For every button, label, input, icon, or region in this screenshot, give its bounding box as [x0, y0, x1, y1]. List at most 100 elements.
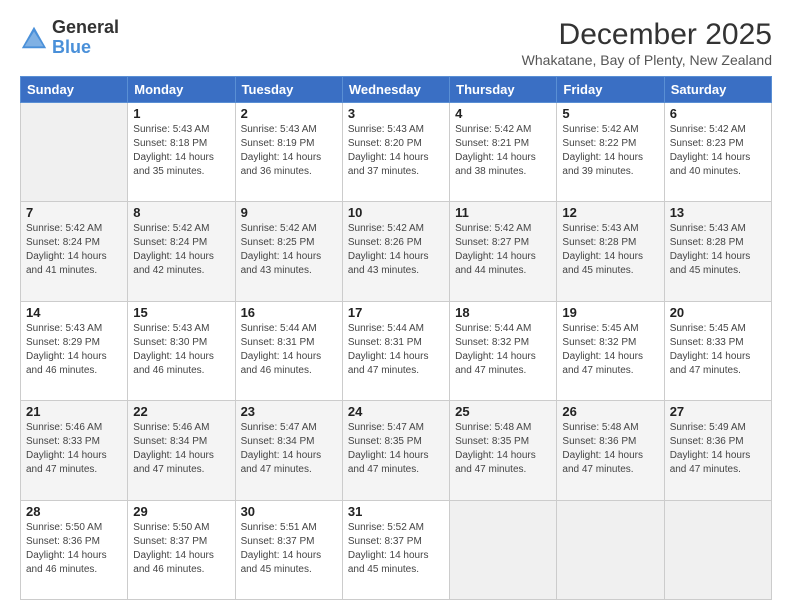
day-number: 5	[562, 106, 658, 121]
day-info: Sunrise: 5:52 AMSunset: 8:37 PMDaylight:…	[348, 521, 444, 577]
day-number: 3	[348, 106, 444, 121]
week-row-3: 21Sunrise: 5:46 AMSunset: 8:33 PMDayligh…	[21, 401, 772, 500]
logo-icon	[20, 24, 48, 52]
week-row-4: 28 Sunrise: 5:50 AMSunset: 8:36 PMDayligh…	[21, 500, 772, 599]
calendar-cell: 27 Sunrise: 5:49 AMSunset: 8:36 PMDayligh…	[664, 401, 771, 500]
column-header-friday: Friday	[557, 77, 664, 103]
week-row-0: 1Sunrise: 5:43 AMSunset: 8:18 PMDaylight…	[21, 103, 772, 202]
day-info: Sunrise: 5:42 AMSunset: 8:27 PMDaylight:…	[455, 222, 551, 278]
calendar-cell: 31 Sunrise: 5:52 AMSunset: 8:37 PMDayligh…	[342, 500, 449, 599]
day-info: Sunrise: 5:46 AMSunset: 8:33 PMDaylight:…	[26, 421, 122, 477]
week-row-2: 14 Sunrise: 5:43 AMSunset: 8:29 PMDayligh…	[21, 301, 772, 400]
day-info: Sunrise: 5:47 AMSunset: 8:34 PMDaylight:…	[241, 421, 337, 477]
calendar-cell: 3 Sunrise: 5:43 AMSunset: 8:20 PMDaylight…	[342, 103, 449, 202]
week-row-1: 7 Sunrise: 5:42 AMSunset: 8:24 PMDaylight…	[21, 202, 772, 301]
calendar-cell: 29Sunrise: 5:50 AMSunset: 8:37 PMDayligh…	[128, 500, 235, 599]
calendar-cell: 23Sunrise: 5:47 AMSunset: 8:34 PMDayligh…	[235, 401, 342, 500]
calendar-cell: 5 Sunrise: 5:42 AMSunset: 8:22 PMDaylight…	[557, 103, 664, 202]
day-info: Sunrise: 5:47 AMSunset: 8:35 PMDaylight:…	[348, 421, 444, 477]
title-block: December 2025 Whakatane, Bay of Plenty, …	[522, 18, 772, 68]
day-number: 6	[670, 106, 766, 121]
location: Whakatane, Bay of Plenty, New Zealand	[522, 52, 772, 68]
calendar-cell: 12Sunrise: 5:43 AMSunset: 8:28 PMDayligh…	[557, 202, 664, 301]
column-header-thursday: Thursday	[450, 77, 557, 103]
day-info: Sunrise: 5:42 AMSunset: 8:24 PMDaylight:…	[26, 222, 122, 278]
day-info: Sunrise: 5:45 AMSunset: 8:33 PMDaylight:…	[670, 322, 766, 378]
calendar-cell: 22 Sunrise: 5:46 AMSunset: 8:34 PMDayligh…	[128, 401, 235, 500]
day-number: 11	[455, 205, 551, 220]
day-info: Sunrise: 5:50 AMSunset: 8:37 PMDaylight:…	[133, 521, 229, 577]
day-info: Sunrise: 5:45 AMSunset: 8:32 PMDaylight:…	[562, 322, 658, 378]
day-number: 8	[133, 205, 229, 220]
day-info: Sunrise: 5:43 AMSunset: 8:20 PMDaylight:…	[348, 123, 444, 179]
day-number: 13	[670, 205, 766, 220]
day-number: 27	[670, 404, 766, 419]
day-number: 19	[562, 305, 658, 320]
day-number: 14	[26, 305, 122, 320]
logo-text: General Blue	[52, 18, 119, 58]
logo-general: General	[52, 17, 119, 37]
calendar-cell: 30Sunrise: 5:51 AMSunset: 8:37 PMDayligh…	[235, 500, 342, 599]
calendar-cell: 1Sunrise: 5:43 AMSunset: 8:18 PMDaylight…	[128, 103, 235, 202]
calendar-cell: 7 Sunrise: 5:42 AMSunset: 8:24 PMDaylight…	[21, 202, 128, 301]
day-number: 26	[562, 404, 658, 419]
calendar-cell: 20Sunrise: 5:45 AMSunset: 8:33 PMDayligh…	[664, 301, 771, 400]
calendar-cell	[450, 500, 557, 599]
calendar-cell: 19 Sunrise: 5:45 AMSunset: 8:32 PMDayligh…	[557, 301, 664, 400]
calendar-cell: 6 Sunrise: 5:42 AMSunset: 8:23 PMDaylight…	[664, 103, 771, 202]
day-info: Sunrise: 5:48 AMSunset: 8:36 PMDaylight:…	[562, 421, 658, 477]
calendar-cell: 11 Sunrise: 5:42 AMSunset: 8:27 PMDayligh…	[450, 202, 557, 301]
day-number: 18	[455, 305, 551, 320]
day-info: Sunrise: 5:43 AMSunset: 8:30 PMDaylight:…	[133, 322, 229, 378]
calendar-cell: 9Sunrise: 5:42 AMSunset: 8:25 PMDaylight…	[235, 202, 342, 301]
calendar-cell: 26 Sunrise: 5:48 AMSunset: 8:36 PMDayligh…	[557, 401, 664, 500]
day-number: 28	[26, 504, 122, 519]
month-year: December 2025	[522, 18, 772, 52]
day-number: 15	[133, 305, 229, 320]
day-info: Sunrise: 5:42 AMSunset: 8:23 PMDaylight:…	[670, 123, 766, 179]
day-number: 1	[133, 106, 229, 121]
day-info: Sunrise: 5:48 AMSunset: 8:35 PMDaylight:…	[455, 421, 551, 477]
header: General Blue December 2025 Whakatane, Ba…	[20, 18, 772, 68]
day-info: Sunrise: 5:42 AMSunset: 8:26 PMDaylight:…	[348, 222, 444, 278]
calendar-cell	[557, 500, 664, 599]
day-info: Sunrise: 5:43 AMSunset: 8:28 PMDaylight:…	[562, 222, 658, 278]
day-number: 2	[241, 106, 337, 121]
day-info: Sunrise: 5:46 AMSunset: 8:34 PMDaylight:…	[133, 421, 229, 477]
day-number: 25	[455, 404, 551, 419]
day-number: 31	[348, 504, 444, 519]
calendar-cell: 2 Sunrise: 5:43 AMSunset: 8:19 PMDaylight…	[235, 103, 342, 202]
day-number: 24	[348, 404, 444, 419]
day-info: Sunrise: 5:50 AMSunset: 8:36 PMDaylight:…	[26, 521, 122, 577]
column-header-sunday: Sunday	[21, 77, 128, 103]
calendar-cell: 28 Sunrise: 5:50 AMSunset: 8:36 PMDayligh…	[21, 500, 128, 599]
calendar-cell: 25 Sunrise: 5:48 AMSunset: 8:35 PMDayligh…	[450, 401, 557, 500]
day-number: 7	[26, 205, 122, 220]
calendar-cell: 15 Sunrise: 5:43 AMSunset: 8:30 PMDayligh…	[128, 301, 235, 400]
calendar-cell: 16Sunrise: 5:44 AMSunset: 8:31 PMDayligh…	[235, 301, 342, 400]
calendar-cell: 4Sunrise: 5:42 AMSunset: 8:21 PMDaylight…	[450, 103, 557, 202]
day-info: Sunrise: 5:43 AMSunset: 8:29 PMDaylight:…	[26, 322, 122, 378]
logo: General Blue	[20, 18, 119, 58]
calendar-cell	[21, 103, 128, 202]
day-info: Sunrise: 5:42 AMSunset: 8:22 PMDaylight:…	[562, 123, 658, 179]
day-info: Sunrise: 5:42 AMSunset: 8:25 PMDaylight:…	[241, 222, 337, 278]
day-info: Sunrise: 5:44 AMSunset: 8:32 PMDaylight:…	[455, 322, 551, 378]
column-header-saturday: Saturday	[664, 77, 771, 103]
calendar-cell: 14 Sunrise: 5:43 AMSunset: 8:29 PMDayligh…	[21, 301, 128, 400]
calendar-cell: 10Sunrise: 5:42 AMSunset: 8:26 PMDayligh…	[342, 202, 449, 301]
calendar-body: 1Sunrise: 5:43 AMSunset: 8:18 PMDaylight…	[21, 103, 772, 600]
day-info: Sunrise: 5:49 AMSunset: 8:36 PMDaylight:…	[670, 421, 766, 477]
day-number: 22	[133, 404, 229, 419]
day-info: Sunrise: 5:51 AMSunset: 8:37 PMDaylight:…	[241, 521, 337, 577]
day-info: Sunrise: 5:44 AMSunset: 8:31 PMDaylight:…	[241, 322, 337, 378]
column-header-monday: Monday	[128, 77, 235, 103]
logo-blue: Blue	[52, 37, 91, 57]
day-number: 4	[455, 106, 551, 121]
day-info: Sunrise: 5:44 AMSunset: 8:31 PMDaylight:…	[348, 322, 444, 378]
calendar-cell: 8Sunrise: 5:42 AMSunset: 8:24 PMDaylight…	[128, 202, 235, 301]
day-info: Sunrise: 5:43 AMSunset: 8:19 PMDaylight:…	[241, 123, 337, 179]
calendar-cell: 13Sunrise: 5:43 AMSunset: 8:28 PMDayligh…	[664, 202, 771, 301]
calendar-cell	[664, 500, 771, 599]
calendar-cell: 24 Sunrise: 5:47 AMSunset: 8:35 PMDayligh…	[342, 401, 449, 500]
